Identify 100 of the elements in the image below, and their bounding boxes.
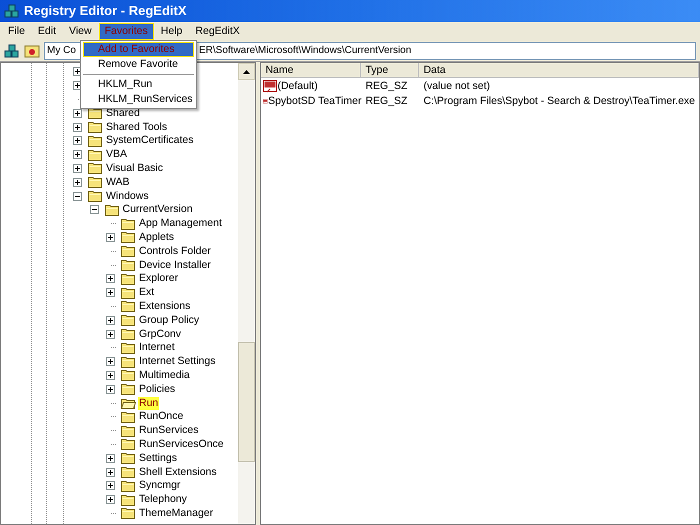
tree-item[interactable]: VBA <box>105 148 128 162</box>
menu-item[interactable]: View <box>63 22 98 40</box>
collapse-icon[interactable] <box>73 192 82 201</box>
collapse-icon[interactable] <box>90 205 98 214</box>
tree-item[interactable]: WAB <box>105 176 131 189</box>
expand-icon[interactable] <box>106 454 115 463</box>
tree-item[interactable]: Extensions <box>138 300 192 313</box>
column-header[interactable]: Data <box>419 63 699 77</box>
expand-icon[interactable] <box>106 468 115 476</box>
tree-item[interactable]: RunServices <box>138 424 200 438</box>
tree-item[interactable]: ThemeManager <box>138 506 214 520</box>
menu-item[interactable]: File <box>2 22 31 40</box>
folder-icon <box>104 204 120 216</box>
tree-item[interactable]: App Management <box>138 217 223 230</box>
up-arrow-icon <box>243 70 250 74</box>
folder-icon <box>121 383 136 396</box>
tree-item[interactable]: Visual Basic <box>105 162 164 175</box>
folder-icon <box>88 121 103 134</box>
expand-icon[interactable] <box>73 67 82 76</box>
expand-icon[interactable] <box>106 481 115 490</box>
expand-icon[interactable] <box>106 330 115 339</box>
menu-item[interactable]: Edit <box>32 22 62 40</box>
folder-icon <box>121 466 136 478</box>
table-cell-text: REG_SZ <box>365 78 408 94</box>
folder-icon <box>121 218 136 230</box>
expand-icon[interactable] <box>106 232 115 242</box>
tree-item[interactable]: Shell Extensions <box>138 466 218 478</box>
registry-cubes-icon <box>4 3 20 19</box>
expand-icon[interactable] <box>73 136 82 146</box>
expand-icon[interactable] <box>73 81 82 90</box>
tree-item[interactable]: CurrentVersion <box>122 203 194 216</box>
tree-item[interactable]: Internet Settings <box>138 355 216 368</box>
tree-item[interactable]: Applets <box>138 230 176 244</box>
expand-icon[interactable] <box>106 357 115 366</box>
table-cell-text: C:\Program Files\Spybot - Search & Destroy\TeaTimer.exe <box>423 94 695 109</box>
scroll-thumb[interactable] <box>238 342 256 462</box>
tree-item[interactable]: Multimedia <box>138 368 191 382</box>
column-header[interactable]: Type <box>361 63 420 77</box>
expand-icon[interactable] <box>106 384 115 394</box>
folder-icon <box>88 176 103 188</box>
tree-item[interactable]: Windows <box>105 190 150 203</box>
registry-cubes-icon[interactable] <box>4 42 20 58</box>
expand-icon[interactable] <box>73 178 82 187</box>
table-cell-text: REG_SZ <box>365 94 408 109</box>
folder-icon <box>121 369 136 382</box>
tree-item[interactable]: Shared <box>105 106 141 120</box>
folder-icon <box>121 272 136 285</box>
folder-icon <box>121 231 136 244</box>
scroll-up-button[interactable] <box>238 63 256 80</box>
folder-icon <box>121 438 136 450</box>
expand-icon[interactable] <box>106 370 115 380</box>
tree-item[interactable]: Run <box>138 396 160 410</box>
expand-icon[interactable] <box>106 495 115 504</box>
expand-icon[interactable] <box>106 316 115 325</box>
tree-item[interactable]: Shared Tools <box>105 120 168 134</box>
folder-icon <box>88 107 103 120</box>
expand-icon[interactable] <box>106 288 115 298</box>
folder-icon <box>121 410 136 423</box>
tree-item[interactable]: Controls Folder <box>138 244 212 258</box>
scrollbar[interactable] <box>238 63 256 524</box>
favorites-menu-item[interactable]: HKLM_RunServices <box>83 92 194 107</box>
favorites-menu-item[interactable]: Remove Favorite <box>83 57 194 72</box>
folder-icon <box>121 286 136 299</box>
menu-item[interactable]: RegEditX <box>189 22 246 40</box>
folder-icon <box>121 480 136 492</box>
expand-icon[interactable] <box>73 108 82 118</box>
expand-icon[interactable] <box>106 274 115 284</box>
folder-icon <box>88 190 103 202</box>
table-cell-text: SpybotSD TeaTimer <box>268 94 362 109</box>
folder-icon <box>121 356 136 368</box>
tree-item[interactable]: SystemCertificates <box>105 134 195 148</box>
tree-item[interactable]: Policies <box>138 382 176 396</box>
tree-item[interactable]: Device Installer <box>138 258 212 272</box>
menu-item[interactable]: Help <box>154 22 188 40</box>
folder-icon <box>88 148 103 161</box>
tree-item[interactable]: Ext <box>138 286 156 300</box>
folder-icon <box>121 245 136 258</box>
expand-icon[interactable] <box>73 150 82 160</box>
expand-icon[interactable] <box>73 164 82 173</box>
address-text-end: ER\Software\Microsoft\Windows\CurrentVersion <box>199 44 412 58</box>
tree-item[interactable]: RunOnce <box>138 410 184 424</box>
tree-item[interactable]: Explorer <box>138 272 180 286</box>
table-cell-text: (Default) <box>277 78 318 94</box>
tree-item[interactable]: Settings <box>138 452 178 465</box>
open-folder-icon <box>121 397 136 410</box>
tree-item[interactable]: Internet <box>138 341 176 354</box>
column-header[interactable]: Name <box>261 63 362 77</box>
window-title: Registry Editor - RegEditX <box>24 2 187 20</box>
table-cell-text: (value not set) <box>423 78 490 94</box>
tree-item[interactable]: Group Policy <box>138 314 200 327</box>
expand-icon[interactable] <box>73 122 82 132</box>
folder-icon <box>121 259 136 272</box>
folder-icon <box>121 424 136 437</box>
tree-item[interactable]: GrpConv <box>138 328 182 341</box>
tree-item[interactable]: RunServicesOnce <box>138 438 225 451</box>
favorites-menu-item[interactable]: HKLM_Run <box>83 77 194 92</box>
tree-item[interactable]: Syncmgr <box>138 479 182 492</box>
folder-icon <box>121 494 136 506</box>
folder-icon <box>88 162 103 174</box>
tree-item[interactable]: Telephony <box>138 493 188 506</box>
